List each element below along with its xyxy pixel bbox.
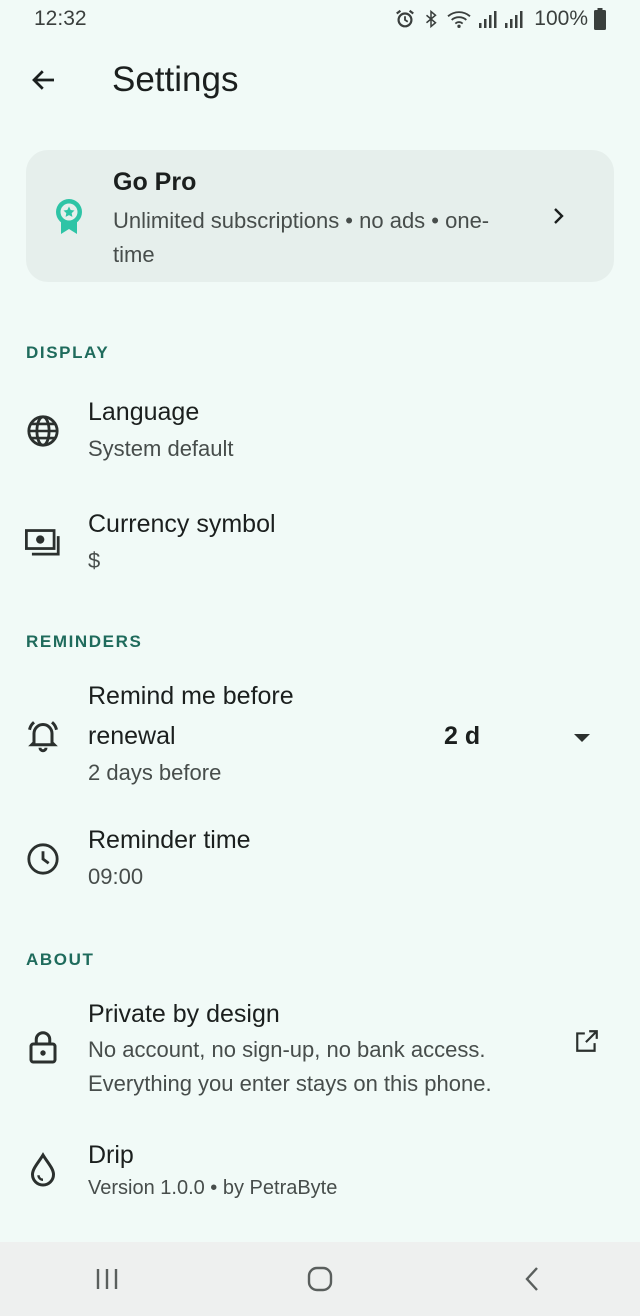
- go-pro-card[interactable]: Go Pro Unlimited subscriptions • no ads …: [26, 150, 614, 282]
- privacy-title: Private by design: [88, 1000, 280, 1028]
- bell-icon: [24, 716, 62, 754]
- app-info[interactable]: Drip Version 1.0.0 • by PetraByte: [0, 1135, 640, 1215]
- chevron-right-icon: [546, 204, 570, 233]
- reminder-days-dropdown[interactable]: 2 d: [444, 716, 604, 766]
- recent-apps-button[interactable]: [67, 1249, 147, 1309]
- back-button[interactable]: [22, 58, 66, 102]
- section-header-about: ABOUT: [26, 950, 95, 969]
- pro-subtitle: Unlimited subscriptions • no ads • one-t…: [113, 208, 490, 267]
- open-in-new-icon[interactable]: [574, 1028, 600, 1059]
- language-title: Language: [88, 398, 200, 426]
- app-name: Drip: [88, 1141, 134, 1169]
- chevron-left-icon: [525, 1267, 539, 1291]
- reminder-time-title: Reminder time: [88, 826, 251, 854]
- reminder-time-setting[interactable]: Reminder time 09:00: [0, 820, 640, 900]
- payments-icon: [24, 524, 62, 562]
- language-setting[interactable]: Language System default: [0, 392, 640, 472]
- status-icons: 100%: [394, 7, 606, 31]
- remind-before-title-line2: renewal: [88, 722, 176, 750]
- home-icon: [307, 1266, 333, 1292]
- currency-value: $: [88, 548, 101, 573]
- reminder-time-value: 09:00: [88, 864, 144, 889]
- battery-icon: [594, 8, 606, 30]
- alarm-icon: [396, 9, 415, 28]
- dropdown-selected-value: 2 d: [444, 722, 481, 750]
- top-app-bar: Settings: [0, 48, 640, 114]
- page-title: Settings: [112, 60, 239, 99]
- remind-before-value: 2 days before: [88, 760, 222, 785]
- lock-icon: [24, 1028, 62, 1066]
- remind-before-title-line1: Remind me before: [88, 682, 294, 710]
- recents-icon: [96, 1269, 117, 1289]
- clock-icon: [24, 840, 62, 878]
- back-nav-button[interactable]: [493, 1249, 573, 1309]
- currency-setting[interactable]: Currency symbol $: [0, 504, 640, 584]
- system-navigation-bar: [0, 1242, 640, 1316]
- section-header-reminders: REMINDERS: [26, 632, 143, 651]
- privacy-line1: No account, no sign-up, no bank access.: [88, 1037, 486, 1062]
- privacy-info[interactable]: Private by design No account, no sign-up…: [0, 994, 640, 1104]
- battery-level: 100%: [534, 7, 588, 30]
- dropdown-arrow-icon: [572, 731, 592, 750]
- arrow-back-icon: [32, 70, 54, 90]
- drop-icon: [24, 1151, 62, 1189]
- currency-title: Currency symbol: [88, 510, 276, 538]
- status-time: 12:32: [34, 7, 87, 30]
- remind-before-setting[interactable]: Remind me before renewal 2 days before 2…: [0, 676, 640, 796]
- section-header-display: DISPLAY: [26, 343, 110, 362]
- signal-icon: [479, 11, 497, 28]
- app-version: Version 1.0.0 • by PetraByte: [88, 1177, 338, 1199]
- privacy-line2: Everything you enter stays on this phone…: [88, 1071, 492, 1096]
- wifi-icon: [447, 11, 471, 28]
- home-button[interactable]: [280, 1249, 360, 1309]
- bluetooth-icon: [426, 9, 437, 29]
- signal-icon: [505, 11, 523, 28]
- globe-icon: [24, 412, 62, 450]
- status-bar: 12:32 100%: [0, 0, 640, 38]
- award-icon: [54, 198, 84, 241]
- language-value: System default: [88, 436, 234, 461]
- pro-title: Go Pro: [113, 168, 197, 196]
